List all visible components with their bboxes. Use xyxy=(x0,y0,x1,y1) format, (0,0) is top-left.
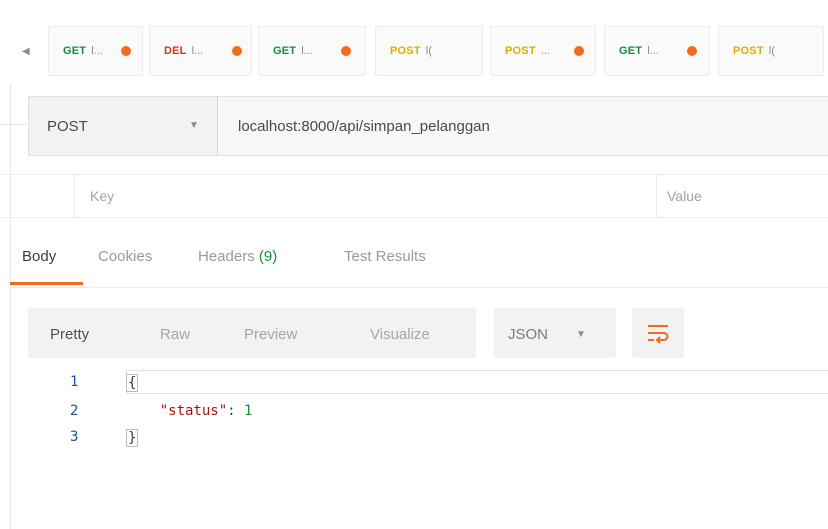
key-column-header: Key xyxy=(90,188,115,204)
unsaved-dot-icon xyxy=(341,46,351,56)
chevron-down-icon: ▼ xyxy=(189,120,199,131)
request-tab[interactable]: GET l... xyxy=(48,26,143,76)
column-divider xyxy=(656,175,657,219)
unsaved-dot-icon xyxy=(232,46,242,56)
divider xyxy=(0,124,28,125)
tab-name: l... xyxy=(91,45,103,57)
request-tab[interactable]: DEL l... xyxy=(149,26,252,76)
request-bar: POST ▼ localhost:8000/api/simpan_pelangg… xyxy=(0,84,828,174)
request-tab[interactable]: POST ... xyxy=(490,26,596,76)
tab-name: l... xyxy=(191,45,204,57)
response-tabs: Body Cookies Headers (9) Test Results xyxy=(0,236,828,288)
line-number: 2 xyxy=(70,403,79,419)
value-column-header: Value xyxy=(667,188,702,204)
tab-method: GET xyxy=(63,45,87,57)
tab-name: l... xyxy=(301,45,313,57)
divider xyxy=(10,287,828,288)
code-line: 3 } xyxy=(0,426,828,448)
tab-name: l( xyxy=(768,45,775,57)
view-mode-group: Pretty Raw Preview Visualize xyxy=(28,308,476,358)
tab-method: GET xyxy=(273,45,297,57)
tab-name: l( xyxy=(425,45,432,57)
matched-bracket: { xyxy=(126,374,139,392)
tab-method: POST xyxy=(390,45,421,57)
column-divider xyxy=(74,175,75,219)
request-tab[interactable]: POST l( xyxy=(718,26,824,76)
view-raw-button[interactable]: Raw xyxy=(160,326,190,343)
json-key: "status" xyxy=(159,403,228,419)
method-dropdown[interactable]: POST ▼ xyxy=(28,96,218,156)
unsaved-dot-icon xyxy=(121,46,131,56)
chevron-down-icon: ▼ xyxy=(576,329,586,340)
view-pretty-button[interactable]: Pretty xyxy=(50,326,89,343)
tab-method: GET xyxy=(619,45,643,57)
matched-bracket: } xyxy=(126,429,139,447)
tab-body[interactable]: Body xyxy=(22,248,56,265)
response-view-toolbar: Pretty Raw Preview Visualize JSON ▼ xyxy=(0,304,828,360)
code-line: 2 "status": 1 xyxy=(0,400,828,422)
code-text: } xyxy=(126,429,139,447)
url-input[interactable]: localhost:8000/api/simpan_pelanggan xyxy=(218,96,828,156)
json-colon: : xyxy=(227,403,245,419)
active-tab-indicator xyxy=(10,282,83,285)
unsaved-dot-icon xyxy=(574,46,584,56)
tab-method: POST xyxy=(733,45,764,57)
request-tab[interactable]: POST l( xyxy=(375,26,483,76)
line-number: 3 xyxy=(70,429,79,445)
code-line: 1 { xyxy=(0,371,828,393)
tab-cookies[interactable]: Cookies xyxy=(98,248,152,265)
caret-left-icon[interactable]: ◀ xyxy=(22,46,30,57)
format-dropdown[interactable]: JSON ▼ xyxy=(494,308,616,358)
tab-headers[interactable]: Headers (9) xyxy=(198,248,277,265)
line-number: 1 xyxy=(70,374,79,390)
headers-count-badge: (9) xyxy=(258,248,278,265)
tab-name: ... xyxy=(540,45,550,57)
params-header-row: Key Value xyxy=(0,174,828,219)
json-value: 1 xyxy=(244,403,253,419)
view-preview-button[interactable]: Preview xyxy=(244,326,297,343)
tab-name: l... xyxy=(647,45,659,57)
method-label: POST xyxy=(47,117,88,135)
request-tab-bar: ◀ GET l... DEL l... GET l... POST l( POS… xyxy=(0,0,828,84)
unsaved-dot-icon xyxy=(687,46,697,56)
wrap-lines-button[interactable] xyxy=(632,308,684,358)
request-tab[interactable]: GET l... xyxy=(258,26,366,76)
request-tab[interactable]: GET l... xyxy=(604,26,710,76)
code-text: "status": 1 xyxy=(126,403,253,419)
wrap-lines-icon xyxy=(648,325,669,344)
view-visualize-button[interactable]: Visualize xyxy=(370,326,430,343)
response-body-editor[interactable]: 1 { 2 "status": 1 3 } xyxy=(0,370,828,460)
tab-headers-label: Headers xyxy=(198,248,255,265)
code-text: { xyxy=(126,374,139,392)
format-label: JSON xyxy=(508,326,549,343)
tab-method: DEL xyxy=(164,45,187,57)
tab-test-results[interactable]: Test Results xyxy=(344,248,426,265)
tab-method: POST xyxy=(505,45,536,57)
